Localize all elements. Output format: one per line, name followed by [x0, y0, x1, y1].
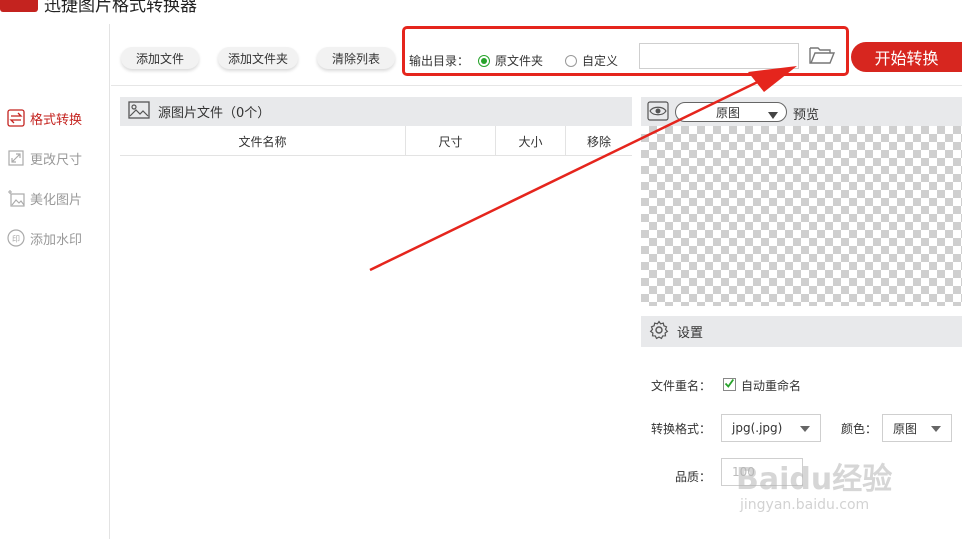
- preview-mode-value: 原图: [716, 105, 741, 120]
- folder-open-icon: [808, 45, 836, 68]
- settings-header: 设置: [641, 316, 962, 347]
- output-dir-label: 输出目录：: [409, 54, 470, 68]
- quality-label: 品质：: [675, 470, 712, 484]
- preview-canvas: [641, 126, 962, 306]
- source-files-panel: 源图片文件（0个） 文件名称 尺寸 大小 移除: [120, 97, 632, 539]
- color-select-value: 原图: [893, 421, 918, 436]
- column-header-dimensions[interactable]: 尺寸: [406, 126, 496, 156]
- column-header-filename[interactable]: 文件名称: [120, 126, 406, 156]
- preview-label: 预览: [793, 108, 820, 123]
- eye-icon[interactable]: [647, 101, 669, 124]
- gear-icon: [649, 319, 669, 344]
- column-header-remove[interactable]: 移除: [566, 126, 632, 156]
- clear-list-button[interactable]: 清除列表: [317, 47, 395, 69]
- chevron-down-icon: [768, 109, 778, 123]
- open-folder-button[interactable]: [807, 44, 837, 68]
- radio-custom-folder[interactable]: 自定义: [565, 52, 618, 69]
- svg-text:印: 印: [12, 235, 20, 244]
- color-label: 颜色：: [841, 422, 878, 436]
- sidebar-item-label: 格式转换: [30, 112, 83, 128]
- image-icon: [128, 100, 150, 123]
- radio-original-label: 原文件夹: [495, 54, 544, 68]
- color-select[interactable]: 原图: [882, 414, 952, 442]
- sidebar-item-resize[interactable]: 更改尺寸: [6, 146, 82, 170]
- auto-rename-label: 自动重命名: [741, 379, 802, 393]
- sidebar: 格式转换 更改尺寸 美化图片 印 添加水印: [0, 24, 110, 539]
- radio-custom-label: 自定义: [582, 54, 619, 68]
- file-table-header: 文件名称 尺寸 大小 移除: [120, 126, 632, 156]
- sidebar-item-watermark[interactable]: 印 添加水印: [6, 226, 82, 250]
- format-select-value: jpg(.jpg): [732, 421, 783, 435]
- toolbar: 添加文件 添加文件夹 清除列表 输出目录： 原文件夹 自定义 开始转换: [111, 24, 962, 86]
- radio-checked-icon: [478, 54, 490, 67]
- rename-label: 文件重名：: [651, 379, 712, 393]
- auto-rename-checkbox[interactable]: [723, 378, 736, 391]
- baidu-watermark-logo: Baidu经验: [736, 462, 893, 497]
- sidebar-item-beautify[interactable]: 美化图片: [6, 186, 82, 210]
- preview-mode-select[interactable]: 原图: [675, 102, 787, 122]
- output-path-input[interactable]: [639, 43, 799, 69]
- format-label: 转换格式：: [651, 422, 712, 436]
- column-header-size[interactable]: 大小: [496, 126, 566, 156]
- radio-original-folder[interactable]: 原文件夹: [478, 52, 543, 69]
- sidebar-item-label: 添加水印: [30, 232, 83, 248]
- baidu-watermark-url: jingyan.baidu.com: [740, 497, 870, 513]
- source-files-header: 源图片文件（0个）: [120, 97, 632, 126]
- format-select[interactable]: jpg(.jpg): [721, 414, 821, 442]
- swap-arrows-icon: [6, 108, 26, 128]
- app-logo: [0, 0, 38, 12]
- start-convert-button[interactable]: 开始转换: [851, 42, 962, 72]
- checkmark-icon: [724, 378, 735, 392]
- sidebar-item-label: 更改尺寸: [30, 152, 83, 168]
- stamp-icon: 印: [6, 228, 26, 248]
- source-files-title: 源图片文件（0个）: [158, 106, 271, 121]
- preview-header: 原图 预览: [641, 97, 962, 126]
- magic-image-icon: [6, 188, 26, 208]
- add-file-button[interactable]: 添加文件: [121, 47, 199, 69]
- chevron-down-icon: [800, 426, 810, 432]
- sidebar-item-format-convert[interactable]: 格式转换: [6, 106, 82, 130]
- app-title: 迅捷图片格式转换器: [44, 0, 197, 16]
- resize-icon: [6, 148, 26, 168]
- preview-panel: 原图 预览: [641, 97, 962, 306]
- radio-unchecked-icon: [565, 54, 577, 67]
- sidebar-item-label: 美化图片: [30, 192, 83, 208]
- settings-title: 设置: [677, 326, 704, 341]
- add-folder-button[interactable]: 添加文件夹: [218, 47, 298, 69]
- chevron-down-icon: [931, 426, 941, 432]
